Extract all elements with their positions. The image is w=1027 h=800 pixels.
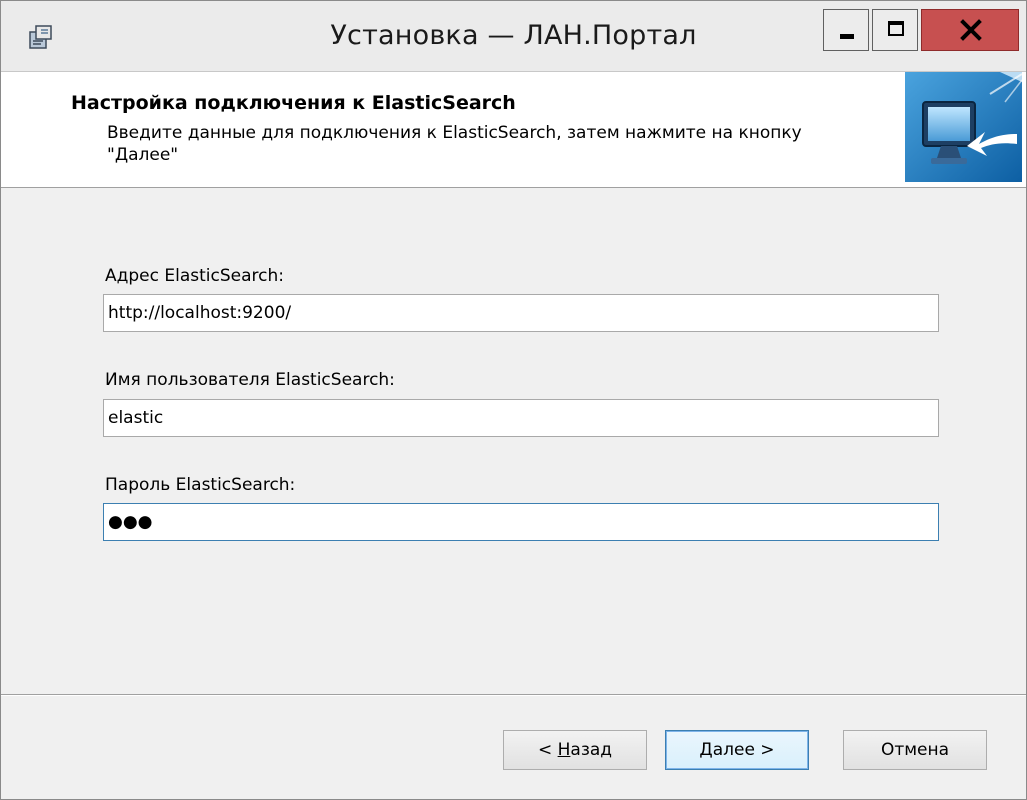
installer-window: Установка — ЛАН.Портал Настройка подключ… — [0, 0, 1027, 800]
back-prefix: < — [537, 740, 558, 760]
page-title: Настройка подключения к ElasticSearch — [71, 92, 516, 114]
next-label-rest: алее — [712, 740, 755, 760]
next-mnemonic: Д — [699, 740, 713, 760]
back-button[interactable]: < Назад — [503, 730, 647, 770]
username-input[interactable] — [103, 399, 939, 437]
minimize-button[interactable] — [823, 9, 869, 51]
cancel-button[interactable]: Отмена — [843, 730, 987, 770]
address-label: Адрес ElasticSearch: — [105, 266, 284, 286]
next-suffix: > — [754, 740, 775, 760]
next-button[interactable]: Далее > — [665, 730, 809, 770]
address-input[interactable] — [103, 294, 939, 332]
back-label-rest: азад — [570, 740, 613, 760]
back-mnemonic: Н — [557, 740, 571, 760]
computer-setup-icon — [905, 72, 1023, 182]
password-label: Пароль ElasticSearch: — [105, 475, 296, 495]
title-bar[interactable]: Установка — ЛАН.Портал — [1, 1, 1026, 72]
close-icon — [960, 19, 982, 41]
maximize-button[interactable] — [872, 9, 918, 51]
maximize-icon — [888, 21, 904, 36]
header-banner: Настройка подключения к ElasticSearch Вв… — [1, 72, 1026, 188]
close-button[interactable] — [921, 9, 1019, 51]
password-input[interactable] — [103, 503, 939, 541]
form-area: Адрес ElasticSearch: Имя пользователя El… — [1, 188, 1026, 694]
username-label: Имя пользователя ElasticSearch: — [105, 370, 395, 390]
minimize-icon — [840, 34, 854, 39]
page-description: Введите данные для подключения к Elastic… — [107, 123, 802, 165]
